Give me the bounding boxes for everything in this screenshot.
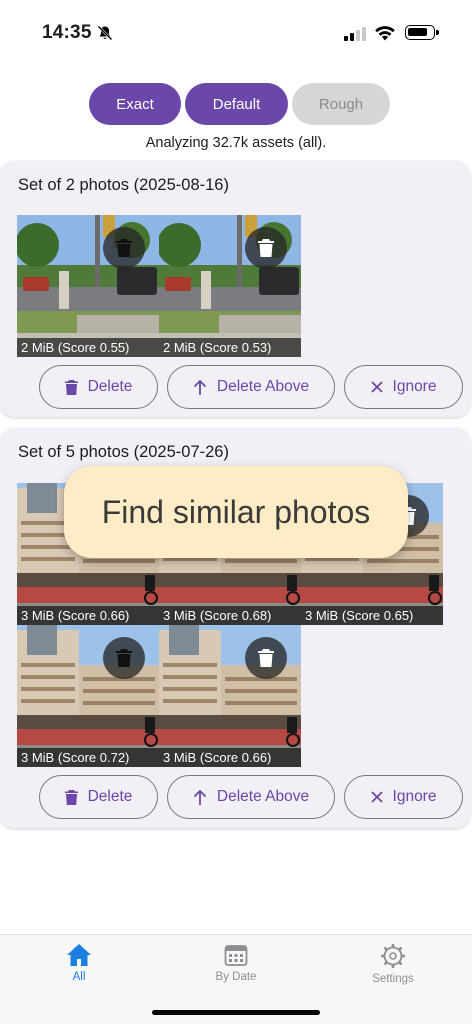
arrow-up-icon — [193, 379, 207, 395]
status-bar: 14:35 — [0, 0, 472, 66]
analyzing-status: Analyzing 32.7k assets (all). — [145, 135, 327, 151]
trash-icon — [64, 789, 78, 805]
nav-item-settings[interactable]: Settings — [348, 943, 438, 985]
close-icon — [370, 381, 383, 393]
photo-thumbnail[interactable]: 2 MiB (Score 0.53) — [159, 215, 301, 357]
status-time: 14:35 — [42, 22, 92, 43]
delete-above-label: Delete Above — [216, 378, 310, 395]
ignore-button[interactable]: Ignore — [344, 775, 463, 819]
arrow-up-icon — [193, 789, 207, 805]
similar-group-card: Set of 2 photos (2025-08-16) 2 MiB (Scor… — [0, 161, 470, 417]
photo-caption: 3 MiB (Score 0.65) — [301, 606, 443, 625]
similarity-filter: Exact Default Rough — [89, 83, 390, 125]
group-title: Set of 2 photos (2025-08-16) — [18, 176, 229, 194]
photo-thumbnail[interactable]: 3 MiB (Score 0.72) — [17, 625, 159, 767]
photo-thumbnail[interactable]: 3 MiB (Score 0.66) — [159, 625, 301, 767]
delete-button[interactable]: Delete — [39, 775, 158, 819]
ignore-button[interactable]: Ignore — [344, 365, 463, 409]
delete-above-button[interactable]: Delete Above — [167, 775, 335, 819]
ignore-label: Ignore — [392, 788, 437, 805]
bell-off-icon — [97, 25, 113, 41]
trash-icon[interactable] — [245, 227, 287, 269]
photo-caption: 3 MiB (Score 0.66) — [159, 748, 301, 767]
photo-caption: 2 MiB (Score 0.53) — [159, 338, 301, 357]
close-icon — [370, 791, 383, 803]
photo-caption: 3 MiB (Score 0.72) — [17, 748, 159, 767]
battery-icon — [405, 25, 439, 40]
trash-icon — [64, 379, 78, 395]
delete-label: Delete — [87, 788, 133, 805]
nav-item-by-date[interactable]: By Date — [191, 943, 281, 983]
nav-item-all[interactable]: All — [34, 943, 124, 983]
filter-rough-button[interactable]: Rough — [292, 83, 390, 125]
photo-caption: 3 MiB (Score 0.68) — [159, 606, 301, 625]
photo-caption: 2 MiB (Score 0.55) — [17, 338, 159, 357]
calendar-icon — [224, 945, 248, 966]
trash-icon[interactable] — [245, 637, 287, 679]
filter-default-button[interactable]: Default — [185, 83, 288, 125]
ignore-label: Ignore — [392, 378, 437, 395]
nav-label: All — [72, 971, 86, 983]
delete-label: Delete — [87, 378, 133, 395]
delete-above-label: Delete Above — [216, 788, 310, 805]
cellular-signal-icon — [344, 27, 366, 41]
home-indicator[interactable] — [152, 1010, 320, 1015]
home-icon — [67, 944, 91, 966]
group-title: Set of 5 photos (2025-07-26) — [18, 443, 229, 461]
nav-label: By Date — [215, 971, 257, 983]
trash-icon[interactable] — [103, 637, 145, 679]
gear-icon — [381, 944, 405, 968]
nav-label: Settings — [372, 973, 414, 985]
toast-message: Find similar photos — [64, 466, 408, 558]
trash-icon[interactable] — [103, 227, 145, 269]
photo-caption: 3 MiB (Score 0.66) — [17, 606, 159, 625]
filter-exact-button[interactable]: Exact — [89, 83, 181, 125]
delete-above-button[interactable]: Delete Above — [167, 365, 335, 409]
wifi-icon — [375, 26, 395, 41]
delete-button[interactable]: Delete — [39, 365, 158, 409]
photo-thumbnail[interactable]: 2 MiB (Score 0.55) — [17, 215, 159, 357]
